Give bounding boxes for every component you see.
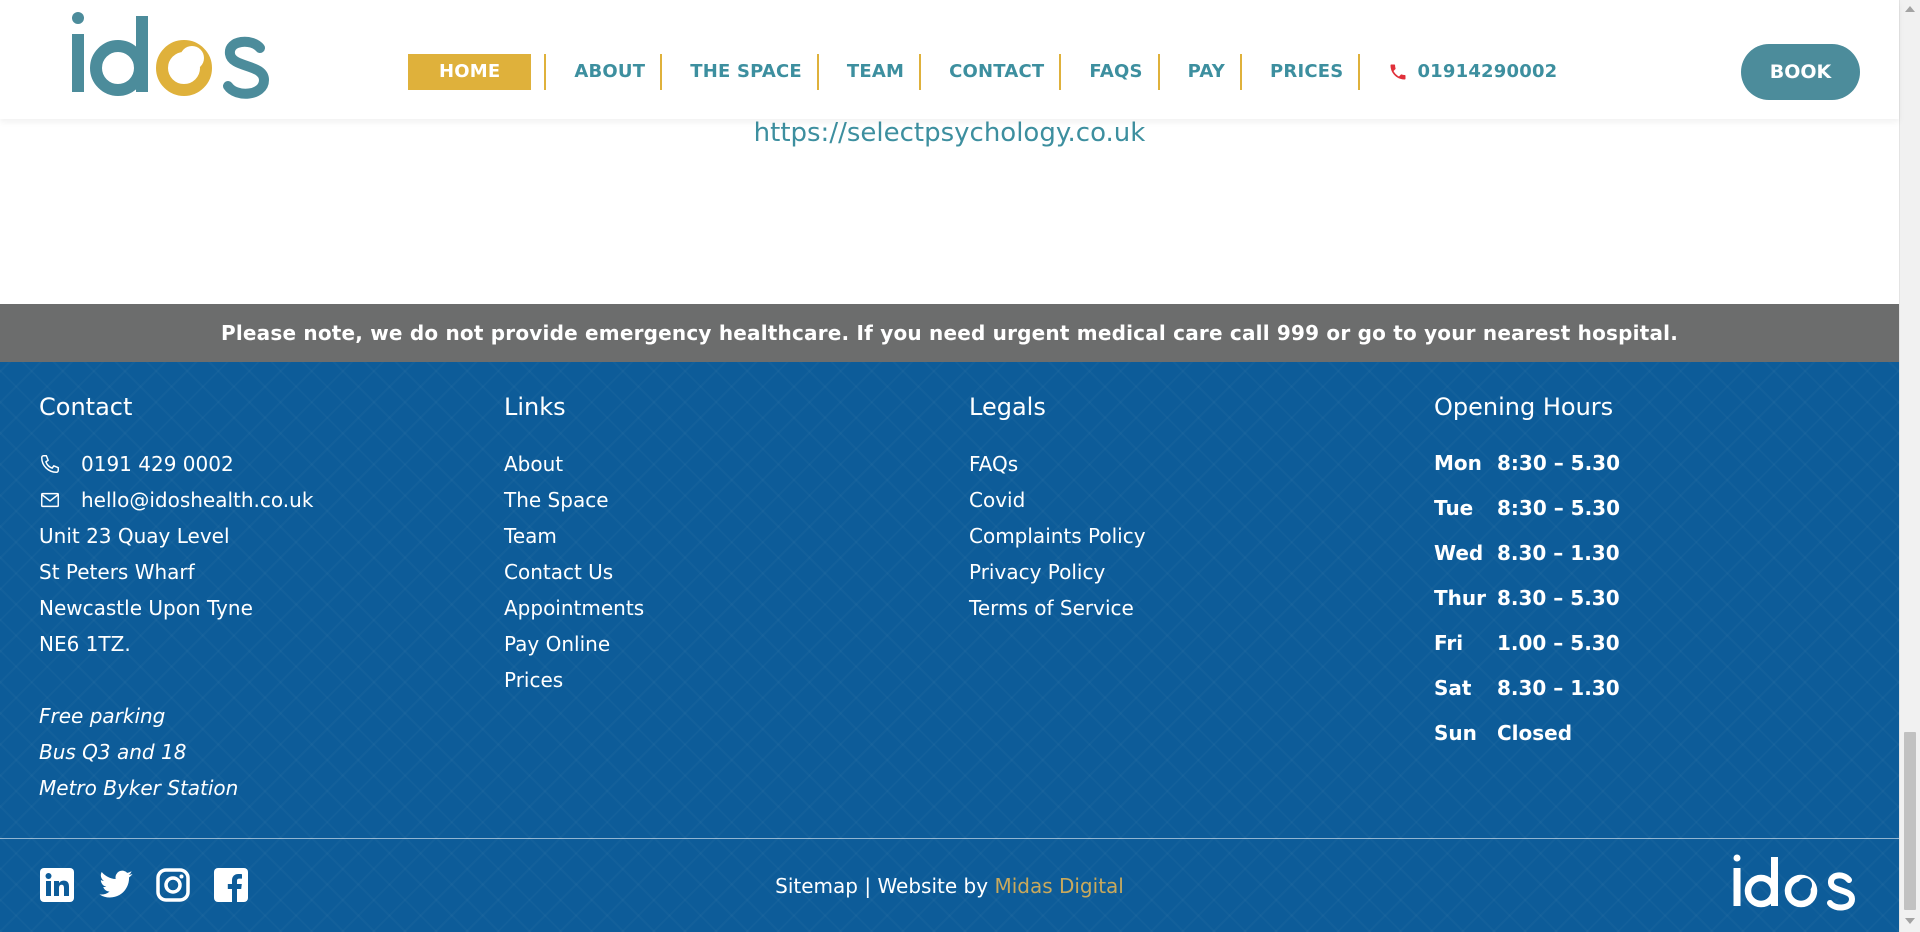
nav-divider [816, 54, 819, 90]
nav-pay[interactable]: PAY [1188, 54, 1225, 90]
website-by-text: Website by [877, 874, 989, 898]
footer-email-text: hello@idoshealth.co.uk [81, 488, 314, 512]
address-line: Unit 23 Quay Level [39, 524, 230, 548]
transport-line: Metro Byker Station [39, 776, 239, 800]
nav-the-space[interactable]: THE SPACE [690, 54, 802, 90]
hours-heading: Opening Hours [1434, 393, 1614, 421]
nav-prices[interactable]: PRICES [1270, 54, 1343, 90]
footer-email-link[interactable]: hello@idoshealth.co.uk [39, 482, 313, 518]
phone-icon [1390, 64, 1406, 80]
address-line: Newcastle Upon Tyne [39, 596, 253, 620]
footer-link-the-space[interactable]: The Space [504, 482, 644, 518]
hours-row: Wed 8.30 – 1.30 [1434, 531, 1620, 576]
nav-home[interactable]: HOME [408, 54, 532, 90]
footer-bottom-text: Sitemap | Website by Midas Digital [0, 874, 1899, 898]
footer-legals-column: Legals FAQs Covid Complaints Policy Priv… [969, 390, 1146, 626]
nav-contact[interactable]: CONTACT [949, 54, 1044, 90]
midas-digital-link[interactable]: Midas Digital [994, 874, 1123, 898]
nav-divider [1157, 54, 1160, 90]
emergency-notice: Please note, we do not provide emergency… [0, 304, 1899, 362]
select-psychology-link[interactable]: https://selectpsychology.co.uk [0, 118, 1899, 148]
hours-day: Tue [1434, 496, 1474, 520]
footer-link-complaints-policy[interactable]: Complaints Policy [969, 518, 1146, 554]
footer-links-column: Links About The Space Team Contact Us Ap… [504, 390, 644, 698]
hours-day: Mon [1434, 451, 1482, 475]
footer-link-privacy-policy[interactable]: Privacy Policy [969, 554, 1146, 590]
hours-time: 8:30 – 5.30 [1497, 451, 1621, 475]
idos-footer-logo[interactable]: idos [1731, 853, 1859, 911]
nav-about[interactable]: ABOUT [574, 54, 645, 90]
footer-link-prices[interactable]: Prices [504, 662, 644, 698]
hours-day: Sun [1434, 721, 1477, 745]
links-heading: Links [504, 393, 566, 421]
footer-link-faqs[interactable]: FAQs [969, 446, 1146, 482]
footer-link-covid[interactable]: Covid [969, 482, 1146, 518]
nav-faqs[interactable]: FAQS [1089, 54, 1142, 90]
hours-time: 8.30 – 5.30 [1497, 586, 1620, 610]
footer-link-pay-online[interactable]: Pay Online [504, 626, 644, 662]
hours-time: 8.30 – 1.30 [1497, 541, 1620, 565]
book-button[interactable]: BOOK [1741, 44, 1860, 100]
address-line: St Peters Wharf [39, 560, 195, 584]
nav-divider [1059, 54, 1062, 90]
mail-icon [41, 492, 59, 508]
nav-divider [919, 54, 922, 90]
scroll-down-arrow-icon[interactable] [1905, 918, 1915, 924]
hours-row: Sun Closed [1434, 711, 1620, 756]
sitemap-link[interactable]: Sitemap [775, 874, 858, 898]
nav-divider [544, 54, 547, 90]
nav-divider [1358, 54, 1361, 90]
transport-line: Bus Q3 and 18 [39, 740, 187, 764]
address-line: NE6 1TZ. [39, 632, 131, 656]
nav-divider [1240, 54, 1243, 90]
hours-time: 1.00 – 5.30 [1497, 631, 1620, 655]
separator: | [864, 874, 872, 898]
nav-divider [660, 54, 663, 90]
hours-row: Thur 8.30 – 5.30 [1434, 576, 1620, 621]
hours-row: Mon 8:30 – 5.30 [1434, 441, 1620, 486]
hours-day: Sat [1434, 676, 1472, 700]
scroll-up-arrow-icon[interactable] [1905, 6, 1915, 12]
footer-link-contact-us[interactable]: Contact Us [504, 554, 644, 590]
footer-link-team[interactable]: Team [504, 518, 644, 554]
hours-row: Tue 8:30 – 5.30 [1434, 486, 1620, 531]
phone-number: 01914290002 [1417, 61, 1558, 82]
legals-heading: Legals [969, 393, 1046, 421]
footer-hours-column: Opening Hours Mon 8:30 – 5.30 Tue 8:30 –… [1434, 390, 1620, 756]
footer-contact-column: Contact 0191 429 0002 hello@idoshealth.c… [39, 390, 313, 806]
idos-logo[interactable]: idos [68, 8, 283, 104]
footer-phone-text: 0191 429 0002 [81, 452, 234, 476]
page-scrollbar[interactable] [1899, 0, 1920, 932]
site-footer: Contact 0191 429 0002 hello@idoshealth.c… [0, 362, 1899, 932]
hours-day: Thur [1434, 586, 1486, 610]
contact-heading: Contact [39, 393, 133, 421]
hours-row: Sat 8.30 – 1.30 [1434, 666, 1620, 711]
hours-row: Fri 1.00 – 5.30 [1434, 621, 1620, 666]
hours-day: Wed [1434, 541, 1484, 565]
hours-time: 8.30 – 1.30 [1497, 676, 1620, 700]
phone-icon [41, 455, 59, 473]
scrollbar-thumb[interactable] [1904, 732, 1916, 910]
hours-time: Closed [1497, 721, 1573, 745]
main-nav: HOME ABOUT THE SPACE TEAM CONTACT FAQS P… [408, 54, 1557, 90]
footer-link-about[interactable]: About [504, 446, 644, 482]
footer-link-appointments[interactable]: Appointments [504, 590, 644, 626]
nav-team[interactable]: TEAM [847, 54, 904, 90]
transport-line: Free parking [39, 704, 166, 728]
footer-divider [0, 838, 1899, 839]
hours-day: Fri [1434, 631, 1464, 655]
hours-time: 8:30 – 5.30 [1497, 496, 1621, 520]
site-header: idos HOME ABOUT THE SPACE TEAM CONTACT F… [0, 0, 1899, 119]
footer-link-terms-of-service[interactable]: Terms of Service [969, 590, 1146, 626]
footer-phone-link[interactable]: 0191 429 0002 [39, 446, 313, 482]
nav-phone-link[interactable]: 01914290002 [1388, 54, 1557, 90]
